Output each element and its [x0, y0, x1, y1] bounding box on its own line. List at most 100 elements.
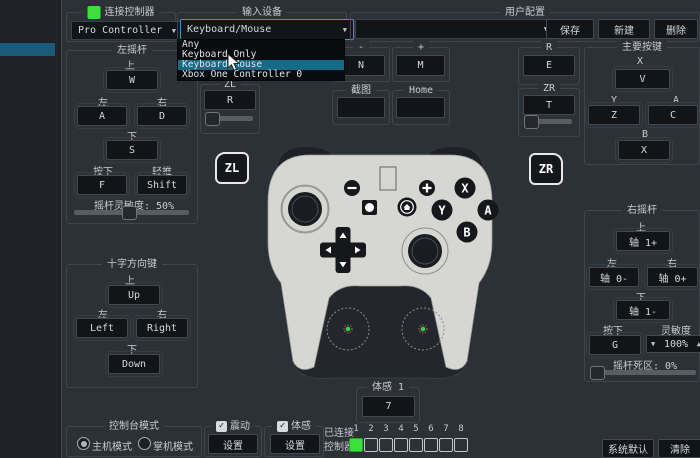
connect-controller-label: 连接控制器 — [105, 6, 155, 19]
profile-select[interactable]: ▼ — [355, 19, 555, 39]
dropdown-option-xbox-controller[interactable]: Xbox One Controller 0 — [178, 70, 344, 80]
face-a-binding[interactable]: C — [648, 105, 698, 125]
port-number: 3 — [380, 424, 392, 434]
slider-handle[interactable] — [122, 206, 137, 220]
dpad-right-binding[interactable]: Right — [136, 318, 188, 338]
home-title: Home — [404, 84, 438, 97]
motion-checkbox[interactable]: ✓ — [277, 421, 288, 432]
background-app-strip — [0, 0, 62, 458]
y-button-glyph: Y — [438, 204, 446, 218]
right-stick-deadzone-slider[interactable] — [590, 370, 696, 375]
right-stick-press-binding[interactable]: G — [589, 335, 641, 355]
right-stick-sensitivity-spinner[interactable]: ▼ 100% ▲ — [646, 335, 700, 353]
home-button-icon — [398, 198, 417, 217]
docked-mode-radio[interactable] — [77, 437, 90, 450]
console-mode-title: 控制台模式 — [104, 420, 164, 433]
zr-binding[interactable]: T — [523, 95, 575, 115]
zr-badge: ZR — [529, 153, 563, 185]
port-4-checkbox[interactable] — [394, 438, 408, 452]
port-5-checkbox[interactable] — [409, 438, 423, 452]
background-selected-row — [0, 43, 55, 56]
right-stick-down-binding[interactable]: 轴 1- — [616, 300, 670, 320]
r-binding[interactable]: E — [523, 55, 575, 76]
face-x-binding[interactable]: V — [615, 69, 670, 89]
zr-threshold-slider[interactable] — [524, 119, 572, 124]
motion-settings-button[interactable]: 设置 — [270, 434, 320, 454]
spinner-down-icon[interactable]: ▼ — [651, 340, 655, 348]
right-stick-up-binding[interactable]: 轴 1+ — [616, 231, 670, 251]
motion-sensor-binding[interactable]: 7 — [362, 396, 415, 417]
slider-handle[interactable] — [205, 112, 220, 126]
left-stick-down-binding[interactable]: S — [106, 140, 158, 160]
dpad-left-binding[interactable]: Left — [76, 318, 128, 338]
user-profile-label: 用户配置 — [500, 6, 550, 19]
right-stick-title: 右摇杆 — [622, 204, 662, 217]
port-8-checkbox[interactable] — [454, 438, 468, 452]
new-profile-button[interactable]: 新建 — [598, 19, 650, 39]
slider-handle[interactable] — [590, 366, 605, 380]
capture-button-icon — [362, 200, 377, 215]
face-b-binding[interactable]: X — [618, 140, 670, 160]
zl-binding[interactable]: R — [204, 90, 256, 110]
user-profile-group: 用户配置 ▼ 保存 新建 删除 — [350, 12, 700, 42]
port-7-checkbox[interactable] — [439, 438, 453, 452]
clear-button[interactable]: 清除 — [658, 439, 700, 458]
right-stick-icon — [402, 228, 448, 274]
mouse-cursor — [227, 53, 240, 72]
right-stick-left-binding[interactable]: 轴 0- — [589, 267, 639, 287]
left-stick-title: 左摇杆 — [112, 44, 152, 57]
port-number: 5 — [410, 424, 422, 434]
motion-label: 体感 — [291, 420, 311, 433]
home-binding[interactable] — [396, 97, 445, 118]
left-stick-left-binding[interactable]: A — [77, 106, 127, 126]
left-stick-right-binding[interactable]: D — [137, 106, 187, 126]
plus-binding[interactable]: M — [396, 55, 445, 76]
vibration-label: 震动 — [230, 420, 250, 433]
input-device-select[interactable]: Keyboard/Mouse ▼ — [180, 19, 354, 40]
port-number: 4 — [395, 424, 407, 434]
face-y-binding[interactable]: Z — [588, 105, 640, 125]
dpad-up-binding[interactable]: Up — [108, 285, 160, 305]
connect-controller-group: 连接控制器 Pro Controller ▼ — [66, 12, 176, 42]
left-stick-sensitivity-slider[interactable] — [74, 210, 189, 215]
save-profile-button[interactable]: 保存 — [546, 19, 594, 39]
left-stick-modifier-binding[interactable]: Shift — [137, 175, 187, 195]
minus-title: - — [353, 41, 369, 54]
a-button-glyph: A — [484, 204, 492, 218]
port-1-checkbox[interactable] — [349, 438, 363, 452]
port-6-checkbox[interactable] — [424, 438, 438, 452]
connect-controller-checkbox[interactable] — [88, 6, 101, 19]
plus-title: + — [413, 41, 429, 54]
controller-config-window: 连接控制器 Pro Controller ▼ 输入设备 Keyboard/Mou… — [0, 0, 700, 458]
vibration-settings-button[interactable]: 设置 — [208, 434, 258, 454]
zl-badge: ZL — [215, 152, 249, 184]
dpad-down-binding[interactable]: Down — [108, 354, 160, 374]
slider-handle[interactable] — [524, 115, 539, 129]
zr-title: ZR — [538, 82, 560, 95]
port-2-checkbox[interactable] — [364, 438, 378, 452]
port-number: 2 — [365, 424, 377, 434]
port-3-checkbox[interactable] — [379, 438, 393, 452]
handheld-mode-radio[interactable] — [138, 437, 151, 450]
vibration-checkbox[interactable]: ✓ — [216, 421, 227, 432]
port-number: 1 — [350, 424, 362, 434]
left-stick-icon — [281, 185, 329, 233]
dpad-title: 十字方向键 — [102, 258, 162, 271]
right-stick-right-binding[interactable]: 轴 0+ — [647, 267, 698, 287]
input-device-group: 输入设备 Keyboard/Mouse ▼ — [177, 12, 347, 42]
controller-graphic: X Y A B — [250, 140, 510, 385]
port-number: 7 — [440, 424, 452, 434]
zl-threshold-slider[interactable] — [205, 116, 253, 121]
delete-profile-button[interactable]: 删除 — [654, 19, 698, 39]
port-number: 6 — [425, 424, 437, 434]
left-stick-up-binding[interactable]: W — [106, 70, 158, 90]
port-number: 8 — [455, 424, 467, 434]
b-button-glyph: B — [463, 226, 470, 240]
controller-type-select[interactable]: Pro Controller ▼ — [71, 21, 183, 40]
left-stick-press-binding[interactable]: F — [77, 175, 127, 195]
system-defaults-button[interactable]: 系统默认 — [602, 439, 654, 458]
face-buttons-title: 主要按键 — [617, 41, 667, 54]
input-device-label: 输入设备 — [237, 6, 287, 19]
minus-button-icon — [344, 180, 360, 196]
screenshot-binding[interactable] — [337, 97, 385, 118]
